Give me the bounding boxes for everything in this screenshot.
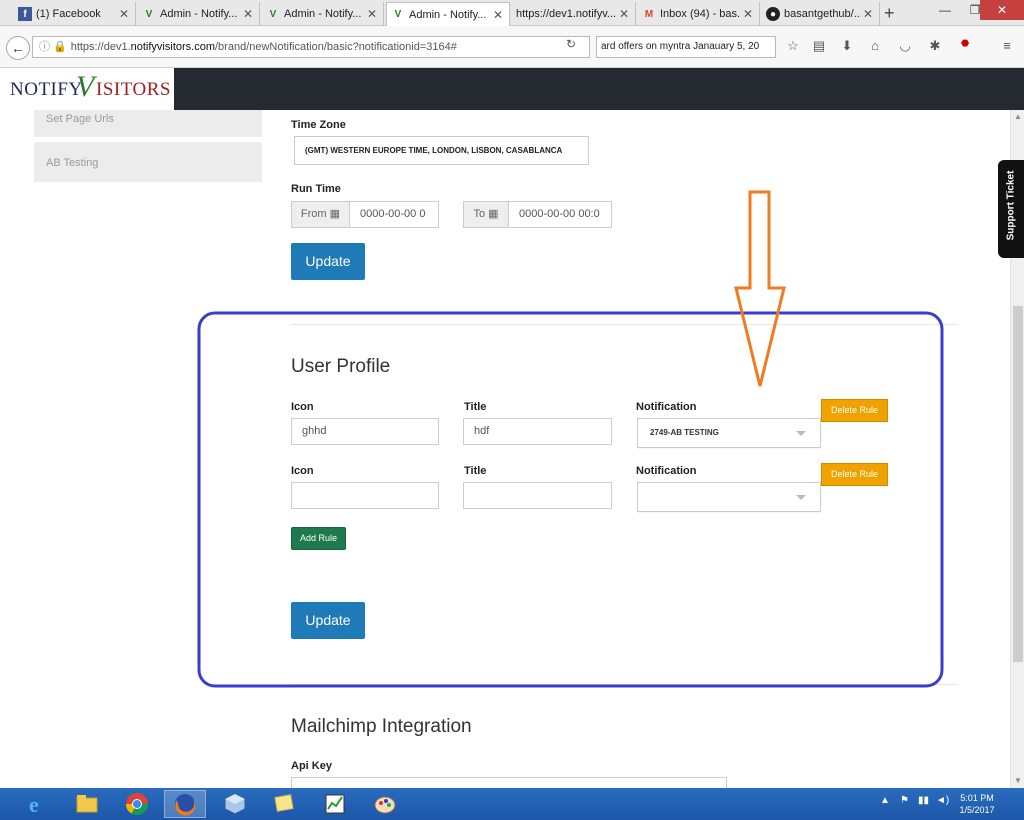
close-icon[interactable]: ✕ bbox=[861, 7, 875, 21]
reload-icon[interactable]: ↻ bbox=[566, 37, 576, 51]
close-icon[interactable]: ✕ bbox=[491, 8, 505, 22]
tab-label: https://dev1.notifyv... bbox=[516, 8, 617, 20]
tab-label: Inbox (94) - bas... bbox=[660, 8, 741, 20]
annotation-overlay bbox=[197, 190, 944, 688]
back-button[interactable]: ← bbox=[6, 36, 30, 60]
close-icon[interactable]: ✕ bbox=[741, 7, 755, 21]
url-prefix: https://dev1. bbox=[70, 41, 131, 53]
minimize-button[interactable]: — bbox=[930, 0, 960, 20]
download-icon[interactable]: ⬇ bbox=[838, 38, 856, 54]
url-path: /brand/newNotification/basic?notificatio… bbox=[215, 41, 457, 53]
tab-admin-1[interactable]: V Admin - Notify... ✕ bbox=[138, 2, 260, 26]
sticky-notes-icon[interactable] bbox=[264, 790, 306, 818]
notifyvisitors-logo[interactable]: NOTIFY V ISITORS bbox=[0, 68, 174, 110]
adblock-icon[interactable]: ⬣ bbox=[956, 38, 974, 49]
logo-text-notify: NOTIFY bbox=[10, 79, 83, 100]
site-header: NOTIFY V ISITORS bbox=[0, 68, 1024, 110]
scrollbar-thumb[interactable] bbox=[1013, 306, 1023, 662]
tab-github[interactable]: ● basantgethub/... ✕ bbox=[762, 2, 880, 26]
page-content: Set Page Urls AB Testing Time Zone (GMT)… bbox=[0, 110, 1010, 788]
github-icon: ● bbox=[766, 7, 780, 21]
close-icon[interactable]: ✕ bbox=[117, 7, 131, 21]
annotation-arrow bbox=[734, 190, 786, 387]
internet-explorer-icon[interactable]: e bbox=[16, 790, 58, 818]
notifyvisitors-icon: V bbox=[269, 8, 277, 20]
notifyvisitors-icon: V bbox=[145, 8, 153, 20]
lock-icon: 🔒 bbox=[53, 41, 67, 53]
tab-label: Admin - Notify... bbox=[160, 8, 238, 20]
close-icon[interactable]: ✕ bbox=[241, 7, 255, 21]
file-explorer-icon[interactable] bbox=[66, 790, 108, 818]
facebook-icon: f bbox=[18, 7, 32, 21]
support-ticket-tab[interactable]: Support Ticket bbox=[998, 160, 1024, 258]
annotation-highlight-box bbox=[197, 311, 944, 688]
tab-facebook[interactable]: f (1) Facebook ✕ bbox=[14, 2, 136, 26]
close-icon[interactable]: ✕ bbox=[617, 7, 631, 21]
firefox-icon[interactable] bbox=[164, 790, 206, 818]
tab-label: (1) Facebook bbox=[36, 8, 101, 20]
extension-icon[interactable]: ✱ bbox=[926, 38, 944, 54]
reading-list-icon[interactable]: ▤ bbox=[810, 38, 828, 54]
logo-text-isitors: ISITORS bbox=[96, 79, 171, 100]
clock-time: 5:01 PM bbox=[960, 793, 994, 803]
window-close-button[interactable]: ✕ bbox=[980, 0, 1024, 20]
task-manager-icon[interactable] bbox=[314, 790, 356, 818]
search-text: ard offers on myntra Janauary 5, 20 bbox=[601, 41, 760, 52]
url-bar[interactable]: ⓘ 🔒 https://dev1.notifyvisitors.com/brand/… bbox=[32, 36, 590, 58]
tab-label: basantgethub/... bbox=[784, 8, 861, 20]
scroll-up-icon[interactable]: ▲ bbox=[1011, 110, 1024, 124]
tab-gmail[interactable]: M Inbox (94) - bas... ✕ bbox=[638, 2, 760, 26]
virtualbox-icon[interactable] bbox=[214, 790, 256, 818]
volume-icon[interactable]: ◄) bbox=[936, 795, 949, 806]
info-icon[interactable]: ⓘ bbox=[39, 41, 50, 53]
bookmark-star-icon[interactable]: ☆ bbox=[784, 38, 802, 54]
scroll-down-icon[interactable]: ▼ bbox=[1011, 774, 1024, 788]
menu-icon[interactable]: ≡ bbox=[998, 38, 1016, 53]
system-clock[interactable]: 5:01 PM 1/5/2017 bbox=[950, 792, 1004, 816]
new-tab-button[interactable]: + bbox=[884, 3, 895, 23]
browser-tab-bar: f (1) Facebook ✕ V Admin - Notify... ✕ V… bbox=[0, 0, 1024, 26]
clock-date: 1/5/2017 bbox=[959, 805, 995, 815]
pocket-icon[interactable]: ◡ bbox=[896, 38, 914, 54]
support-ticket-label: Support Ticket bbox=[1005, 170, 1017, 241]
paint-icon[interactable] bbox=[364, 790, 406, 818]
tab-admin-2[interactable]: V Admin - Notify... ✕ bbox=[262, 2, 384, 26]
browser-nav-bar: ← ⓘ 🔒 https://dev1.notifyvisitors.com/bran… bbox=[0, 26, 1024, 68]
home-icon[interactable]: ⌂ bbox=[866, 38, 884, 53]
network-icon[interactable]: ▮▮ bbox=[918, 795, 929, 806]
gmail-icon: M bbox=[644, 8, 654, 20]
tab-admin-active[interactable]: V Admin - Notify... ✕ bbox=[386, 2, 510, 26]
tab-label: Admin - Notify... bbox=[409, 8, 487, 21]
show-hidden-icons-icon[interactable]: ▲ bbox=[880, 795, 890, 806]
close-icon[interactable]: ✕ bbox=[365, 7, 379, 21]
tab-dev1[interactable]: https://dev1.notifyv... ✕ bbox=[512, 2, 636, 26]
chrome-icon[interactable] bbox=[116, 790, 158, 818]
svg-text:e: e bbox=[29, 792, 39, 816]
tab-label: Admin - Notify... bbox=[284, 8, 362, 20]
action-center-icon[interactable]: ⚑ bbox=[900, 795, 909, 806]
windows-taskbar: e ▲ ⚑ ▮▮ ◄) 5:01 PM 1/5/2017 bbox=[0, 788, 1024, 820]
search-input[interactable]: ard offers on myntra Janauary 5, 20 bbox=[596, 36, 776, 58]
notifyvisitors-icon: V bbox=[394, 9, 402, 20]
url-domain: notifyvisitors.com bbox=[130, 41, 215, 53]
logo-text-v: V bbox=[76, 70, 95, 103]
